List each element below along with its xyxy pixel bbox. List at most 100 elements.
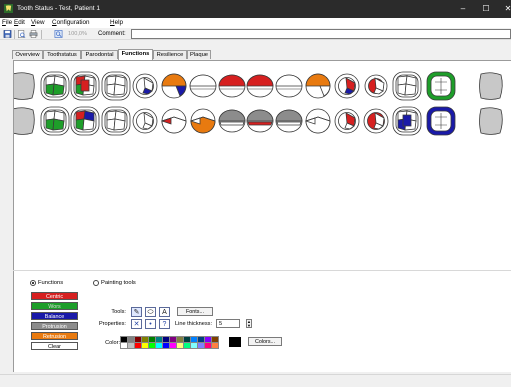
tab-resilience[interactable]: Resilience [153,50,187,59]
palette-swatch[interactable] [120,336,128,343]
palette-swatch[interactable] [190,342,198,349]
close-button[interactable]: ✕ [500,3,511,15]
palette-swatch[interactable] [204,342,212,349]
palette-swatch[interactable] [148,342,156,349]
palette-swatch[interactable] [148,336,156,343]
colors-button[interactable]: Colors... [248,337,282,346]
tooth-upper-5[interactable] [132,73,158,99]
tooth-lower-11[interactable] [304,108,331,134]
palette-swatch[interactable] [169,336,177,343]
tooth-lower-6[interactable] [160,108,187,134]
tooth-upper-6[interactable] [161,73,187,99]
retrusion-button[interactable]: Retrusion [31,332,78,340]
tooth-lower-9[interactable] [246,109,274,133]
palette-swatch[interactable] [176,336,184,343]
menu-help[interactable]: Help [110,19,123,26]
palette-swatch[interactable] [197,342,205,349]
tab-parodontal[interactable]: Parodontal [81,50,118,59]
palette-swatch[interactable] [155,342,163,349]
tooth-upper-11[interactable] [305,73,331,99]
line-thickness-stepper[interactable]: ▲ ▼ [246,319,252,328]
palette-swatch[interactable] [141,336,149,343]
tooth-lower-15[interactable] [426,106,456,136]
tooth-lower-13[interactable] [363,108,389,134]
palette-swatch[interactable] [120,342,128,349]
toolbar: 100,0% Comment: [0,28,511,40]
tab-overview[interactable]: Overview [12,50,43,59]
palette-swatch[interactable] [162,342,170,349]
tooth-upper-9[interactable] [246,74,274,98]
tooth-lower-10[interactable] [275,109,303,133]
tooth-upper-10[interactable] [275,74,303,98]
zoom-icon[interactable] [54,30,63,38]
maximize-button[interactable]: ☐ [478,3,494,15]
functions-radio[interactable] [30,280,36,286]
zoom-level: 100,0% [68,31,87,37]
protrusion-button[interactable]: Protrusion [31,322,78,330]
tooth-upper-16[interactable] [479,72,503,100]
save-icon[interactable] [3,30,12,38]
minimize-button[interactable]: – [455,3,471,15]
tooth-upper-12[interactable] [334,73,360,99]
tooth-upper-4[interactable] [101,71,131,101]
palette-swatch[interactable] [176,342,184,349]
menu-view[interactable]: View [31,19,45,26]
tooth-lower-5[interactable] [132,108,158,134]
fonts-button[interactable]: Fonts... [177,307,213,316]
palette-swatch[interactable] [183,336,191,343]
menu-file[interactable]: File [2,19,12,26]
tooth-lower-1[interactable] [14,107,35,135]
palette-swatch[interactable] [197,336,205,343]
palette-swatch[interactable] [211,336,219,343]
centric-button[interactable]: Centric [31,292,78,300]
question-property-icon[interactable]: ? [159,319,170,329]
clear-button[interactable]: Clear [31,342,78,350]
palette-swatch[interactable] [211,342,219,349]
palette-swatch[interactable] [134,342,142,349]
tooth-lower-14[interactable] [392,106,422,136]
tooth-lower-12[interactable] [334,108,360,134]
tooth-upper-8[interactable] [218,74,246,98]
tab-plaque[interactable]: Plaque [187,50,211,59]
palette-swatch[interactable] [141,342,149,349]
tooth-lower-3[interactable] [70,106,100,136]
balance-button[interactable]: Balance [31,312,78,320]
tooth-lower-16[interactable] [479,107,503,135]
wors-button[interactable]: Wors [31,302,78,310]
print-icon[interactable] [29,30,38,38]
palette-swatch[interactable] [162,336,170,343]
tab-toothstatus[interactable]: Toothstatus [43,50,81,59]
palette-swatch[interactable] [127,342,135,349]
cross-property-icon[interactable]: ✕ [131,319,142,329]
eraser-tool-icon[interactable]: ⬭ [145,307,156,317]
tooth-upper-1[interactable] [14,72,35,100]
tooth-lower-4[interactable] [101,106,131,136]
palette-swatch[interactable] [134,336,142,343]
comment-input[interactable] [131,29,511,39]
tooth-upper-3[interactable] [70,71,100,101]
tooth-upper-2[interactable] [40,71,70,101]
tooth-lower-2[interactable] [40,106,70,136]
tab-functions[interactable]: Functions [118,49,153,60]
text-tool-icon[interactable]: A [159,307,170,317]
menu-configuration[interactable]: Configuration [52,19,89,26]
tooth-upper-15[interactable] [426,71,456,101]
tooth-lower-7[interactable] [189,108,216,134]
palette-swatch[interactable] [127,336,135,343]
painting-tools-radio[interactable] [93,280,99,286]
palette-swatch[interactable] [155,336,163,343]
tooth-upper-13[interactable] [364,74,388,98]
print-preview-icon[interactable] [17,30,26,38]
tooth-upper-14[interactable] [392,71,422,101]
current-color [229,337,241,347]
line-thickness-input[interactable]: 5 [216,319,240,328]
tooth-lower-8[interactable] [218,109,246,133]
tooth-upper-7[interactable] [189,74,217,98]
palette-swatch[interactable] [169,342,177,349]
dot-property-icon[interactable]: • [145,319,156,329]
palette-swatch[interactable] [204,336,212,343]
pencil-tool-icon[interactable]: ✎ [131,307,142,317]
menu-edit[interactable]: Edit [14,19,25,26]
palette-swatch[interactable] [183,342,191,349]
palette-swatch[interactable] [190,336,198,343]
